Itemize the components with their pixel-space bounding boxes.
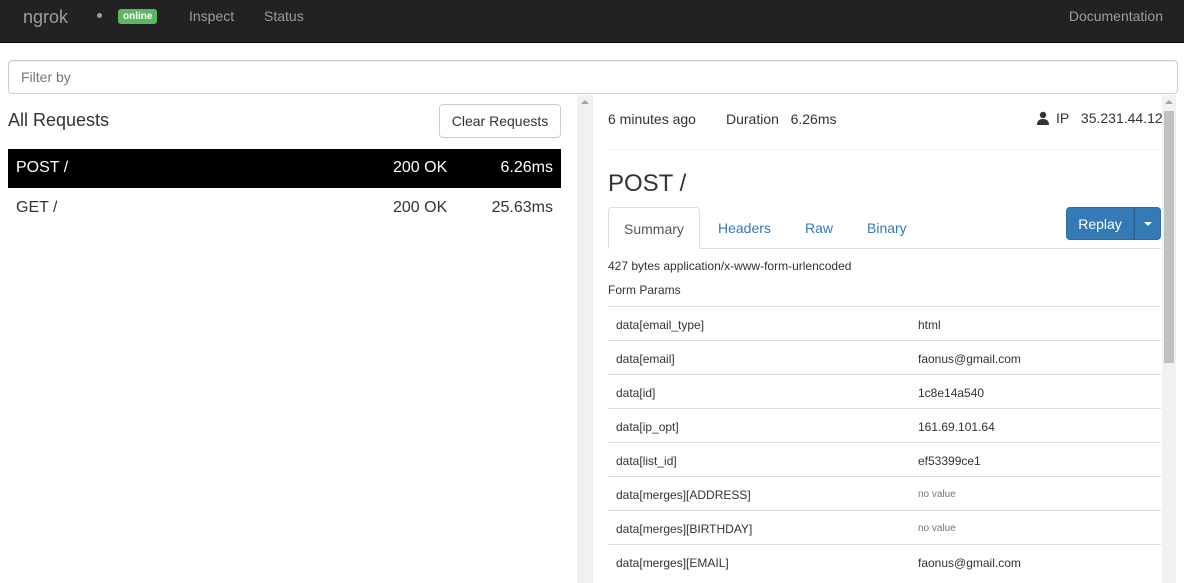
param-value: html	[918, 318, 941, 332]
tab-headers[interactable]: Headers	[718, 207, 771, 249]
form-params-table: data[email_type] html data[email] faonus…	[608, 306, 1161, 578]
dot-icon	[97, 13, 102, 18]
param-value: no value	[918, 489, 956, 500]
table-row: data[email] faonus@gmail.com	[608, 340, 1161, 374]
request-method-path: POST /	[16, 159, 69, 176]
nav-inspect-link[interactable]: Inspect	[189, 8, 234, 24]
param-value: 161.69.101.64	[918, 420, 995, 434]
table-row: data[ip_opt] 161.69.101.64	[608, 408, 1161, 442]
tab-raw[interactable]: Raw	[805, 207, 833, 249]
user-icon	[1037, 111, 1049, 125]
request-time-ago: 6 minutes ago	[608, 111, 696, 127]
param-value: ef53399ce1	[918, 454, 981, 468]
clear-requests-button[interactable]: Clear Requests	[439, 104, 561, 138]
param-key: data[email_type]	[616, 318, 705, 332]
nav-documentation-link[interactable]: Documentation	[1069, 8, 1163, 24]
param-value: 1c8e14a540	[918, 386, 985, 400]
param-key: data[email]	[616, 352, 675, 366]
request-duration-meta: Duration 6.26ms	[726, 111, 837, 127]
request-row-post[interactable]: POST / 200 OK 6.26ms	[8, 149, 561, 188]
caret-down-icon	[1144, 222, 1152, 226]
param-value: faonus@gmail.com	[918, 352, 1021, 366]
param-key: data[merges][EMAIL]	[616, 556, 729, 570]
ip-label: IP	[1056, 110, 1070, 126]
table-row: data[merges][EMAIL] faonus@gmail.com	[608, 544, 1161, 578]
request-status: 200 OK	[393, 199, 448, 216]
requests-scrollbar[interactable]	[577, 95, 593, 583]
request-method-path: GET /	[16, 199, 58, 216]
form-params-label: Form Params	[608, 283, 681, 297]
request-duration: 25.63ms	[491, 199, 553, 216]
divider	[608, 149, 1161, 150]
filter-input[interactable]	[8, 60, 1178, 94]
navbar: ngrok online Inspect Status Documentatio…	[0, 0, 1184, 43]
tab-binary[interactable]: Binary	[867, 207, 907, 249]
scroll-up-arrow-icon[interactable]	[581, 100, 589, 104]
replay-button[interactable]: Replay	[1066, 207, 1134, 240]
nav-status-link[interactable]: Status	[264, 8, 304, 24]
tab-summary[interactable]: Summary	[608, 207, 700, 249]
brand-logo[interactable]: ngrok	[23, 7, 68, 28]
param-value: no value	[918, 523, 956, 534]
param-key: data[list_id]	[616, 454, 677, 468]
table-row: data[list_id] ef53399ce1	[608, 442, 1161, 476]
table-row: data[email_type] html	[608, 306, 1161, 340]
duration-label: Duration	[726, 111, 779, 127]
request-ip-meta: IP 35.231.44.12	[1036, 110, 1163, 126]
table-row: data[merges][ADDRESS] no value	[608, 476, 1161, 510]
replay-dropdown-button[interactable]	[1134, 207, 1161, 240]
detail-scrollbar[interactable]	[1162, 95, 1176, 583]
param-key: data[merges][BIRTHDAY]	[616, 522, 753, 536]
request-detail-title: POST /	[608, 170, 687, 197]
scroll-up-arrow-icon[interactable]	[1165, 100, 1173, 104]
duration-value: 6.26ms	[790, 111, 837, 127]
param-key: data[id]	[616, 386, 656, 400]
table-row: data[id] 1c8e14a540	[608, 374, 1161, 408]
param-value: faonus@gmail.com	[918, 556, 1021, 570]
ip-value: 35.231.44.12	[1080, 110, 1163, 126]
param-key: data[ip_opt]	[616, 420, 679, 434]
body-info: 427 bytes application/x-www-form-urlenco…	[608, 259, 852, 273]
table-row: data[merges][BIRTHDAY] no value	[608, 510, 1161, 544]
request-status: 200 OK	[393, 159, 448, 176]
request-duration: 6.26ms	[500, 159, 553, 176]
param-key: data[merges][ADDRESS]	[616, 488, 751, 502]
requests-title: All Requests	[8, 110, 110, 130]
request-row-get[interactable]: GET / 200 OK 25.63ms	[8, 189, 561, 228]
scrollbar-thumb[interactable]	[1164, 111, 1174, 363]
status-badge: online	[118, 9, 158, 24]
